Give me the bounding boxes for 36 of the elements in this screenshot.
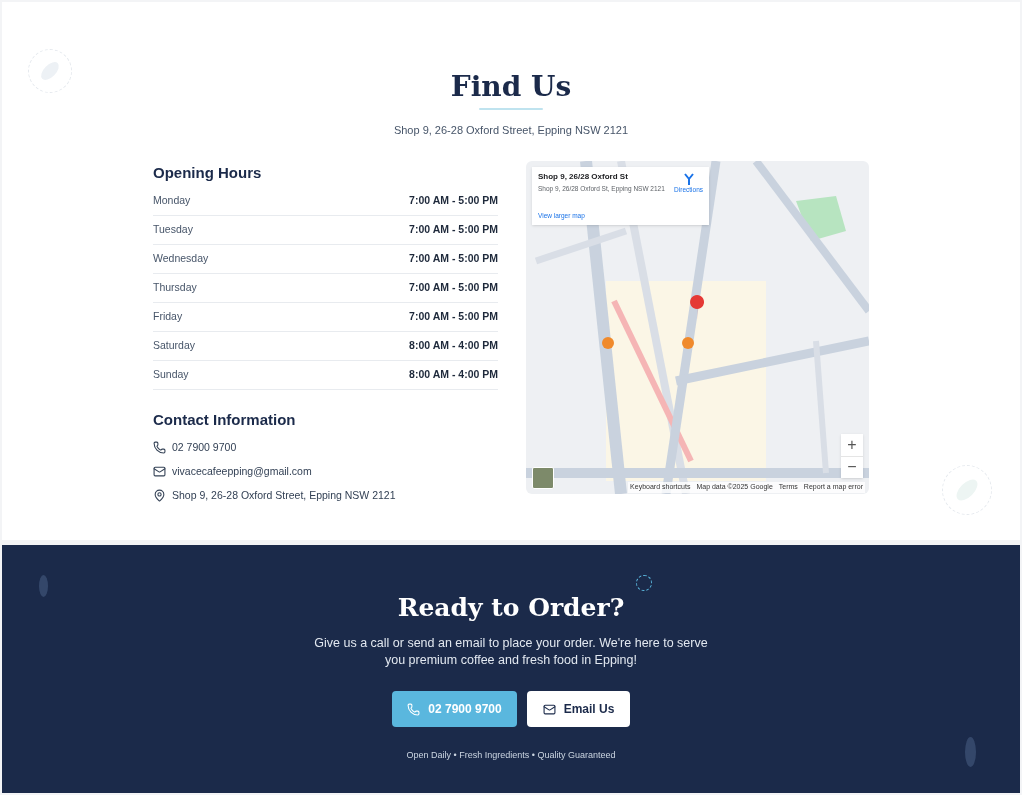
zoom-in-button[interactable]: + bbox=[841, 433, 863, 456]
contact-text: Shop 9, 26-28 Oxford Street, Epping NSW 2121 bbox=[172, 487, 396, 503]
day-label: Saturday bbox=[153, 338, 196, 354]
contact-heading: Contact Information bbox=[153, 410, 297, 430]
contact-text: 02 7900 9700 bbox=[172, 439, 237, 455]
hours-value: 8:00 AM - 4:00 PM bbox=[409, 338, 498, 354]
directions-icon bbox=[682, 172, 695, 185]
tagline: Open Daily • Fresh Ingredients • Quality Guaranteed bbox=[406, 749, 616, 762]
day-label: Sunday bbox=[153, 367, 189, 383]
cta-description: Give us a call or send an email to place your order. We're here to serve you premium coffee and fresh food in Epping! bbox=[313, 635, 709, 669]
section-title: Find Us bbox=[450, 69, 572, 105]
location-pin-icon bbox=[153, 489, 166, 502]
mail-icon bbox=[542, 702, 556, 716]
hours-value: 7:00 AM - 5:00 PM bbox=[409, 222, 498, 238]
day-label: Monday bbox=[153, 193, 191, 209]
hours-value: 7:00 AM - 5:00 PM bbox=[409, 309, 498, 325]
mail-icon bbox=[153, 465, 166, 478]
day-label: Thursday bbox=[153, 280, 197, 296]
hours-value: 7:00 AM - 5:00 PM bbox=[409, 193, 498, 209]
hours-heading: Opening Hours bbox=[153, 162, 263, 183]
email-button[interactable]: Email Us bbox=[527, 691, 630, 727]
address-text: Shop 9, 26-28 Oxford Street, Epping NSW 2121 bbox=[393, 123, 629, 138]
day-label: Friday bbox=[153, 309, 183, 325]
title-underline bbox=[479, 108, 543, 110]
day-label: Tuesday bbox=[153, 222, 193, 238]
contact-text: vivacecafeepping@gmail.com bbox=[172, 463, 312, 479]
zoom-out-button[interactable]: − bbox=[841, 455, 863, 478]
hours-value: 8:00 AM - 4:00 PM bbox=[409, 367, 498, 383]
hours-value: 7:00 AM - 5:00 PM bbox=[409, 251, 498, 267]
cta-title: Ready to Order? bbox=[397, 592, 625, 624]
day-label: Wednesday bbox=[153, 251, 209, 267]
satellite-thumbnail[interactable] bbox=[532, 466, 554, 489]
phone-icon bbox=[153, 441, 166, 454]
place-title: Shop 9, 26/28 Oxford St bbox=[538, 170, 629, 183]
phone-icon bbox=[407, 702, 421, 716]
hours-value: 7:00 AM - 5:00 PM bbox=[409, 280, 498, 296]
